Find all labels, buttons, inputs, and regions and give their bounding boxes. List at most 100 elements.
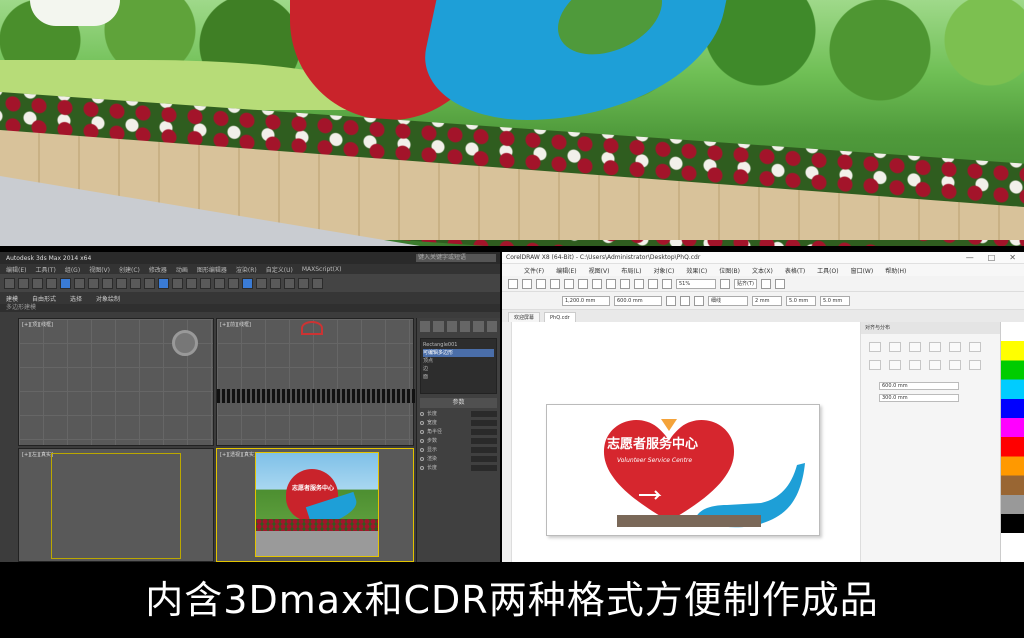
lock-ratio-icon[interactable] [666,295,676,306]
param-field[interactable] [471,464,497,471]
modifier-item[interactable]: Rectangle001 [423,341,494,349]
param-row[interactable]: 长度 [420,410,497,417]
hierarchy-tab-icon[interactable] [446,321,457,332]
param-row[interactable]: 长度 [420,464,497,471]
search-icon[interactable] [634,278,644,289]
redo-icon[interactable] [620,278,630,289]
menu-item[interactable]: MAXScript(X) [302,266,342,273]
undo-icon[interactable] [4,277,15,289]
menu-item[interactable]: 文件(F) [524,266,544,275]
menu-item[interactable]: 修改器 [149,265,167,274]
artboard-page[interactable]: 志愿者服务中心 Volunteer Service Centre [546,404,820,536]
print-icon[interactable] [550,278,560,289]
menu-item[interactable]: 组(G) [65,265,80,274]
tab-welcome[interactable]: 欢迎屏幕 [508,312,541,322]
maximize-icon[interactable]: □ [988,253,996,262]
align-left-icon[interactable] [869,342,881,352]
viewport-label[interactable]: [+][透视][真实] [220,451,256,458]
menu-item[interactable]: 视图(V) [89,265,110,274]
minimize-icon[interactable]: — [966,253,974,262]
layer-icon[interactable] [228,277,239,289]
ribbon-tab[interactable]: 选择 [70,294,82,303]
menu-item[interactable]: 工具(O) [817,266,838,275]
align-center-icon[interactable] [889,342,901,352]
curve-editor-icon[interactable] [242,277,253,289]
align-icon[interactable] [214,277,225,289]
param-field[interactable] [471,428,497,435]
outline-width-select[interactable]: 细线 [708,295,748,306]
undo-icon[interactable] [606,278,616,289]
distribute-middle-icon[interactable] [949,360,961,370]
param-field[interactable] [471,446,497,453]
param-row[interactable]: 渲染 [420,455,497,462]
import-icon[interactable] [648,278,658,289]
viewport-front[interactable]: [+][前][线框] [216,318,415,446]
align-middle-icon[interactable] [949,342,961,352]
paste-icon[interactable] [592,278,602,289]
param-field[interactable] [471,410,497,417]
open-icon[interactable] [522,278,532,289]
zoom-select[interactable]: 51% [676,278,716,289]
render-setup-icon[interactable] [284,277,295,289]
menu-item[interactable]: 图形编辑器 [197,265,227,274]
snap-icon[interactable] [158,277,169,289]
save-icon[interactable] [536,278,546,289]
scale-icon[interactable] [130,277,141,289]
radio-icon[interactable] [420,411,424,416]
docker-field[interactable]: 600.0 mm [879,382,959,390]
radio-icon[interactable] [420,420,424,425]
distribute-center-icon[interactable] [889,360,901,370]
param-row[interactable]: 步数 [420,437,497,444]
select-by-name-icon[interactable] [74,277,85,289]
radio-icon[interactable] [420,447,424,452]
menu-item[interactable]: 位图(B) [719,266,740,275]
param-field[interactable] [471,455,497,462]
copy-icon[interactable] [578,278,588,289]
param-row[interactable]: 显示 [420,446,497,453]
menu-item[interactable]: 表格(T) [785,266,805,275]
tab-document[interactable]: PhQ.cdr [544,312,576,322]
distribute-right-icon[interactable] [909,360,921,370]
viewport-label[interactable]: [+][左][真实] [22,451,53,458]
move-icon[interactable] [102,277,113,289]
param-field[interactable] [471,419,497,426]
ribbon-tab[interactable]: 对象绘制 [96,294,120,303]
menu-item[interactable]: 自定义(U) [266,265,293,274]
distribute-left-icon[interactable] [869,360,881,370]
nudge-field[interactable]: 2 mm [752,295,782,306]
param-field[interactable] [471,437,497,444]
display-tab-icon[interactable] [473,321,484,332]
duplicate-distance-x[interactable]: 5.0 mm [786,295,816,306]
align-top-icon[interactable] [929,342,941,352]
duplicate-distance-y[interactable]: 5.0 mm [820,295,850,306]
menu-item[interactable]: 编辑(E) [556,266,576,275]
modifier-item-selected[interactable]: 可编辑多边形 [423,349,494,357]
modifier-item[interactable]: 面 [423,373,494,381]
modify-tab-icon[interactable] [433,321,444,332]
percent-snap-icon[interactable] [186,277,197,289]
color-palette[interactable] [1000,322,1024,562]
menu-item[interactable]: 编辑(E) [6,265,26,274]
docker-field[interactable]: 300.0 mm [879,394,959,402]
menu-item[interactable]: 布局(L) [621,266,641,275]
pivot-icon[interactable] [144,277,155,289]
search-input[interactable]: 键入关键字或短语 [416,254,496,262]
parameters-rollout-title[interactable]: 参数 [420,398,497,408]
render-icon[interactable] [312,277,323,289]
motion-tab-icon[interactable] [459,321,471,332]
radio-icon[interactable] [420,438,424,443]
viewport-label[interactable]: [+][前][线框] [220,321,251,328]
launch-icon[interactable] [774,278,785,289]
snap-to-dropdown[interactable]: 贴齐(T) [734,278,757,289]
fullscreen-icon[interactable] [720,278,730,289]
close-icon[interactable]: ✕ [1009,253,1016,262]
viewport-label[interactable]: [+][顶][线框] [22,321,53,328]
rotate-icon[interactable] [680,295,690,306]
viewport-top[interactable]: [+][顶][线框] [18,318,214,446]
new-icon[interactable] [508,278,518,289]
distribute-bottom-icon[interactable] [969,360,981,370]
coreldraw-toolbox[interactable] [502,322,512,562]
render-frame-icon[interactable] [298,277,309,289]
align-right-icon[interactable] [909,342,921,352]
menu-item[interactable]: 效果(C) [686,266,707,275]
